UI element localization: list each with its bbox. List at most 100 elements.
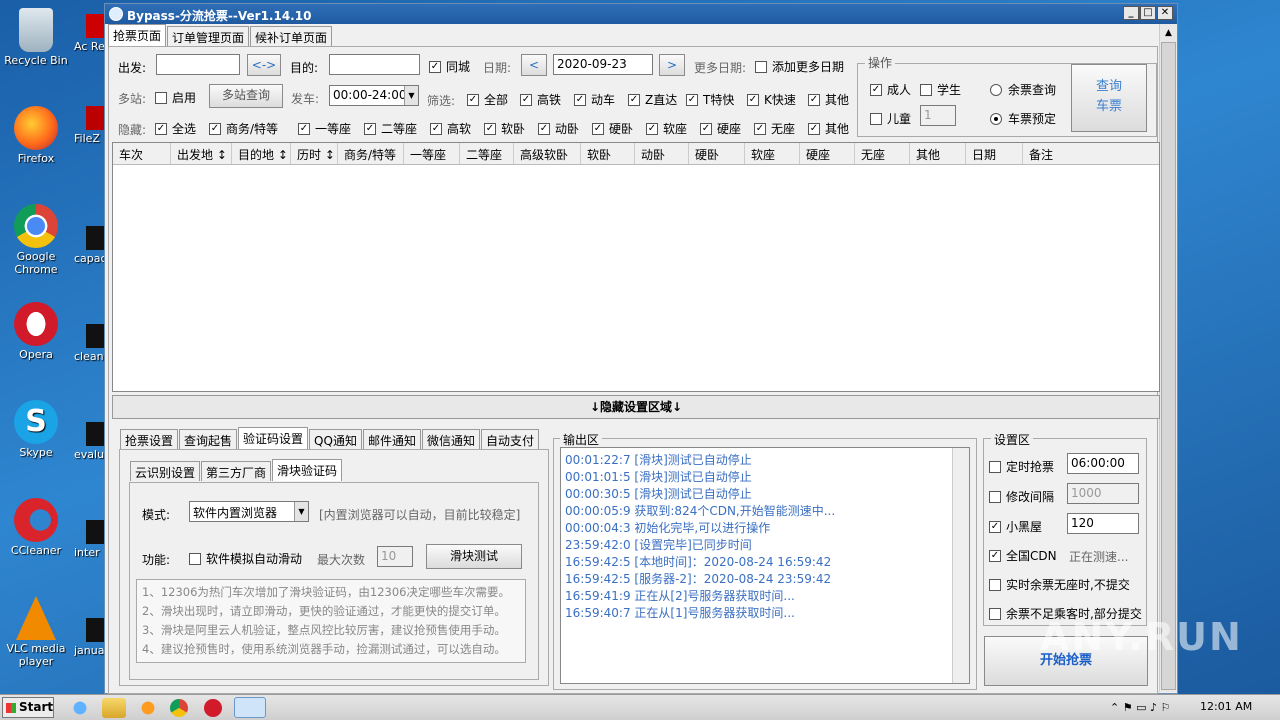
swap-button[interactable]: <-> [247, 54, 281, 76]
student-checkbox[interactable]: 学生 [920, 81, 961, 98]
multi-station-enable-checkbox[interactable]: 启用 [155, 89, 196, 106]
desktop-icon-recycle-bin[interactable]: Recycle Bin [0, 8, 72, 67]
same-city-checkbox[interactable]: ✓ 同城 [429, 58, 470, 75]
to-input[interactable] [329, 54, 420, 75]
title-bar[interactable]: Bypass-分流抢票--Ver1.14.10 _ □ ✕ [105, 4, 1177, 24]
col-other[interactable]: 其他 [910, 143, 966, 164]
max-attempts-stepper[interactable]: 10 [377, 546, 413, 567]
book-radio[interactable]: 车票预定 [990, 110, 1056, 127]
col-business[interactable]: 商务/特等 [338, 143, 404, 164]
media-player-icon[interactable] [136, 698, 160, 718]
col-train-no[interactable]: 车次 [113, 143, 171, 164]
add-more-dates-checkbox[interactable]: 添加更多日期 [755, 58, 844, 75]
tab-qq-notify[interactable]: QQ通知 [309, 429, 362, 449]
slider-test-button[interactable]: 滑块测试 [426, 544, 522, 569]
hide-first-class[interactable]: ✓ 一等座 [298, 120, 351, 137]
tray-icons[interactable]: ⌃ ⚑ ▭ ♪ ⚐ [1110, 701, 1170, 714]
desktop-icon-evalu[interactable]: evalu [74, 422, 108, 461]
blacklist-input[interactable]: 120 [1067, 513, 1139, 534]
desktop-icon-firefox[interactable]: Firefox [0, 106, 72, 165]
col-from[interactable]: 出发地 ↕ [171, 143, 232, 164]
desktop-icon-vlc[interactable]: VLC media player [0, 596, 72, 668]
tab-email-notify[interactable]: 邮件通知 [362, 429, 421, 449]
filter-gaotie[interactable]: ✓ 高铁 [520, 91, 561, 108]
tab-query-sale[interactable]: 查询起售 [179, 429, 238, 449]
mode-select[interactable]: 软件内置浏览器 ▼ [189, 501, 309, 522]
child-checkbox[interactable]: 儿童 [870, 110, 911, 127]
tab-cloud-recognition[interactable]: 云识别设置 [130, 461, 201, 481]
minimize-button[interactable]: _ [1123, 6, 1139, 20]
tab-wechat-notify[interactable]: 微信通知 [421, 429, 480, 449]
national-cdn-checkbox[interactable]: ✓ 全国CDN [989, 547, 1057, 564]
scrollbar-thumb[interactable] [1161, 42, 1176, 690]
hide-no-seat[interactable]: ✓ 无座 [754, 120, 795, 137]
desktop-icon-skype[interactable]: S Skype [0, 400, 72, 459]
start-button[interactable]: Start [2, 697, 54, 718]
col-hard-seat[interactable]: 硬座 [800, 143, 855, 164]
desktop-icon-filezilla[interactable]: FileZ [74, 106, 108, 145]
desktop-icon-acrobat[interactable]: Ac Rea [74, 14, 108, 53]
opera-taskbar-icon[interactable] [204, 699, 222, 717]
timed-grab-input[interactable]: 06:00:00 [1067, 453, 1139, 474]
col-no-seat[interactable]: 无座 [855, 143, 910, 164]
hide-soft-seat[interactable]: ✓ 软座 [646, 120, 687, 137]
child-count-stepper[interactable]: 1 [920, 105, 956, 126]
bypass-taskbar-button[interactable] [234, 697, 266, 718]
clock[interactable]: 12:01 AM [1200, 700, 1252, 713]
depart-time-select[interactable]: 00:00-24:00 ▼ [329, 85, 419, 106]
tab-auto-pay[interactable]: 自动支付 [480, 429, 539, 449]
col-hard-sleeper[interactable]: 硬卧 [689, 143, 745, 164]
tab-grab-settings[interactable]: 抢票设置 [120, 429, 179, 449]
close-button[interactable]: ✕ [1157, 6, 1173, 20]
desktop-icon-clean[interactable]: clean [74, 324, 108, 363]
log-scrollbar[interactable] [952, 448, 969, 683]
explorer-icon[interactable] [102, 698, 126, 718]
col-first-class[interactable]: 一等座 [404, 143, 460, 164]
tab-waitlist[interactable]: 候补订单页面 [250, 26, 333, 46]
hide-other[interactable]: ✓ 其他 [808, 120, 849, 137]
auto-slide-checkbox[interactable]: 软件模拟自动滑动 [189, 550, 302, 567]
filter-all[interactable]: ✓ 全部 [467, 91, 508, 108]
adult-checkbox[interactable]: ✓ 成人 [870, 81, 911, 98]
hide-business[interactable]: ✓ 商务/特等 [209, 120, 278, 137]
desktop-icon-janua[interactable]: janua [74, 618, 108, 657]
col-advanced-soft-sleeper[interactable]: 高级软卧 [514, 143, 581, 164]
hide-hard-sleeper[interactable]: ✓ 硬卧 [592, 120, 633, 137]
filter-z[interactable]: ✓ Z直达 [628, 91, 677, 108]
hide-select-all[interactable]: ✓ 全选 [155, 120, 196, 137]
chevron-down-icon[interactable]: ▼ [294, 502, 308, 521]
ie-icon[interactable] [68, 698, 92, 718]
filter-k[interactable]: ✓ K快速 [747, 91, 796, 108]
filter-dongche[interactable]: ✓ 动车 [574, 91, 615, 108]
filter-t[interactable]: ✓ T特快 [686, 91, 734, 108]
hide-hard-seat[interactable]: ✓ 硬座 [700, 120, 741, 137]
desktop-icon-capac[interactable]: capac [74, 226, 108, 265]
modify-interval-checkbox[interactable]: 修改间隔 [989, 488, 1054, 505]
train-table[interactable]: 车次 出发地 ↕ 目的地 ↕ 历时 ↕ 商务/特等 一等座 二等座 高级软卧 软… [112, 142, 1160, 392]
multi-station-query-button[interactable]: 多站查询 [209, 84, 283, 108]
query-tickets-button[interactable]: 查询 车票 [1071, 64, 1147, 132]
col-soft-seat[interactable]: 软座 [745, 143, 800, 164]
date-input[interactable]: 2020-09-23 [553, 54, 653, 75]
prev-date-button[interactable]: < [521, 54, 547, 76]
no-submit-no-seat-checkbox[interactable]: 实时余票无座时,不提交 [989, 576, 1130, 593]
blacklist-checkbox[interactable]: ✓ 小黑屋 [989, 518, 1042, 535]
scroll-up-icon[interactable]: ▲ [1161, 25, 1176, 41]
col-second-class[interactable]: 二等座 [460, 143, 514, 164]
remain-query-radio[interactable]: 余票查询 [990, 81, 1056, 98]
desktop-icon-opera[interactable]: Opera [0, 302, 72, 361]
tab-booking[interactable]: 抢票页面 [108, 24, 167, 46]
hide-gaoruan[interactable]: ✓ 高软 [430, 120, 471, 137]
hide-dongwo[interactable]: ✓ 动卧 [538, 120, 579, 137]
col-dongwo[interactable]: 动卧 [635, 143, 689, 164]
hide-soft-sleeper[interactable]: ✓ 软卧 [484, 120, 525, 137]
col-remark[interactable]: 备注 [1023, 143, 1159, 164]
desktop-icon-chrome[interactable]: Google Chrome [0, 204, 72, 276]
timed-grab-checkbox[interactable]: 定时抢票 [989, 458, 1054, 475]
tab-third-party[interactable]: 第三方厂商 [201, 461, 272, 481]
toggle-settings-bar[interactable]: ↓隐藏设置区域↓ [112, 395, 1160, 419]
col-to[interactable]: 目的地 ↕ [232, 143, 291, 164]
tab-captcha-settings[interactable]: 验证码设置 [238, 427, 309, 449]
tab-slider-captcha[interactable]: 滑块验证码 [272, 459, 343, 481]
next-date-button[interactable]: > [659, 54, 685, 76]
